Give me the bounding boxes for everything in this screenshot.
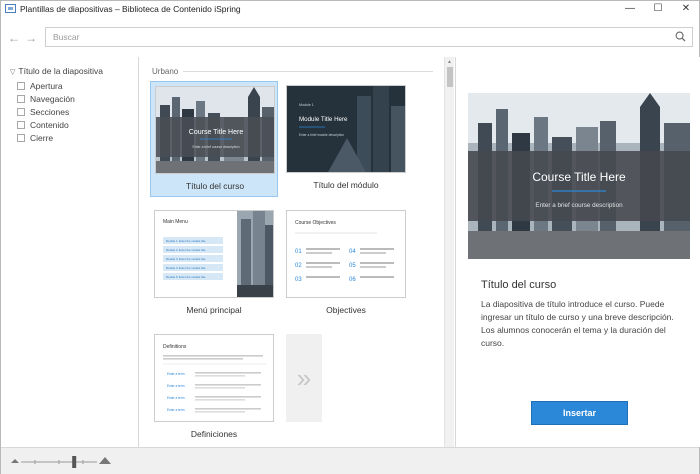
template-label: Menú principal bbox=[186, 305, 242, 315]
thumb-menu-item: Module 1. Enter the module title bbox=[166, 239, 206, 243]
filter-item-secciones[interactable]: Secciones bbox=[17, 107, 69, 119]
filter-label: Navegación bbox=[30, 94, 75, 104]
insert-button[interactable]: Insertar bbox=[531, 401, 628, 425]
search-placeholder: Buscar bbox=[53, 32, 80, 42]
thumb-objective-number: 06 bbox=[349, 277, 356, 283]
preview-slide-desc: Enter a brief course description bbox=[535, 202, 623, 209]
template-objectives[interactable]: Course Objectives 01 02 03 04 05 06 Obje… bbox=[282, 206, 410, 322]
preview-title: Título del curso bbox=[481, 279, 557, 291]
thumb-module-number: Module 1 bbox=[299, 103, 314, 107]
filter-label: Contenido bbox=[30, 120, 69, 130]
thumb-definitions-title: Definitions bbox=[163, 344, 187, 350]
group-divider bbox=[183, 71, 433, 72]
template-label: Definiciones bbox=[190, 429, 238, 439]
filter-item-navegacion[interactable]: Navegación bbox=[17, 94, 75, 106]
filter-group-header[interactable]: ▽ Título de la diapositiva bbox=[10, 66, 103, 76]
filter-label: Cierre bbox=[30, 133, 54, 143]
template-label: Título del módulo bbox=[313, 180, 379, 190]
template-course-title[interactable]: Course Title Here Enter a brief course d… bbox=[150, 81, 278, 197]
search-input[interactable]: Buscar bbox=[45, 27, 693, 47]
filter-item-cierre[interactable]: Cierre bbox=[17, 133, 53, 145]
window-title: Plantillas de diapositivas – Biblioteca … bbox=[20, 4, 241, 14]
template-thumbnail: Definitions Enter a term Enter a term En… bbox=[154, 334, 274, 422]
thumb-definition-term: Enter a term bbox=[167, 396, 185, 400]
thumb-module-title: Module Title Here bbox=[299, 116, 348, 123]
thumb-objective-number: 01 bbox=[295, 249, 302, 255]
minimize-button[interactable]: — bbox=[616, 1, 644, 17]
back-arrow-icon[interactable]: ← bbox=[8, 31, 20, 45]
thumb-menu-item: Module 3. Enter the module title bbox=[166, 257, 206, 261]
checkbox[interactable] bbox=[17, 134, 25, 142]
app-icon bbox=[5, 4, 16, 13]
group-label: Urbano bbox=[152, 67, 179, 76]
thumb-menu-title: Main Menu bbox=[163, 219, 188, 225]
template-definitions[interactable]: Definitions Enter a term Enter a term En… bbox=[150, 330, 278, 446]
search-icon[interactable] bbox=[675, 31, 686, 42]
template-thumbnail: Course Objectives 01 02 03 04 05 06 bbox=[286, 210, 406, 298]
app-window: Plantillas de diapositivas – Biblioteca … bbox=[0, 0, 700, 474]
template-thumbnail: Course Title Here Enter a brief course d… bbox=[155, 86, 275, 174]
zoom-slider-thumb bbox=[72, 456, 77, 468]
checkbox[interactable] bbox=[17, 121, 25, 129]
filter-panel: ▽ Título de la diapositiva Apertura Naveg… bbox=[1, 57, 139, 447]
zoom-out-icon bbox=[11, 459, 19, 463]
definitions-thumbnail-image: Definitions Enter a term Enter a term En… bbox=[155, 335, 273, 421]
filter-label: Secciones bbox=[30, 107, 70, 117]
template-main-menu[interactable]: Main Menu Module 1. Enter the module tit… bbox=[150, 206, 278, 322]
scroll-up-icon[interactable]: ▲ bbox=[447, 59, 452, 65]
filter-label: Apertura bbox=[30, 81, 63, 91]
preview-panel: Course Title Here Enter a brief course d… bbox=[455, 57, 700, 447]
filter-item-apertura[interactable]: Apertura bbox=[17, 81, 63, 93]
checkbox[interactable] bbox=[17, 95, 25, 103]
filter-group-title: Título de la diapositiva bbox=[18, 66, 103, 76]
thumb-course-title: Course Title Here bbox=[189, 129, 244, 136]
double-chevron-right-icon: » bbox=[296, 363, 312, 393]
city-thumbnail-image: Course Title Here Enter a brief course d… bbox=[156, 87, 274, 173]
template-label: Título del curso bbox=[185, 181, 245, 191]
slide-preview: Course Title Here Enter a brief course d… bbox=[468, 93, 690, 259]
thumb-definition-term: Enter a term bbox=[167, 408, 185, 412]
thumb-module-desc: Enter a brief module description bbox=[299, 133, 344, 137]
preview-image: Course Title Here Enter a brief course d… bbox=[468, 93, 690, 259]
close-button[interactable]: ✕ bbox=[672, 1, 700, 17]
template-gallery: Urbano Course Title Here Enter a brief c… bbox=[140, 57, 443, 447]
zoom-in-icon bbox=[99, 457, 111, 464]
collapse-caret-icon[interactable]: ▽ bbox=[10, 68, 15, 76]
template-label: Objectives bbox=[326, 305, 366, 315]
thumb-objectives-title: Course Objectives bbox=[295, 220, 336, 226]
preview-description: La diapositiva de título introduce el cu… bbox=[481, 299, 674, 348]
checkbox[interactable] bbox=[17, 108, 25, 116]
thumb-course-desc: Enter a brief course description bbox=[193, 145, 240, 149]
thumb-menu-item: Module 5. Enter the module title bbox=[166, 275, 206, 279]
gallery-scrollbar[interactable]: ▲ bbox=[444, 57, 454, 447]
street-thumbnail-image: Module 1 Module Title Here Enter a brief… bbox=[287, 86, 405, 172]
menu-thumbnail-image: Main Menu Module 1. Enter the module tit… bbox=[155, 211, 273, 297]
template-module-title[interactable]: Module 1 Module Title Here Enter a brief… bbox=[282, 81, 410, 197]
forward-arrow-icon[interactable]: → bbox=[25, 31, 37, 45]
more-templates-button[interactable]: » bbox=[286, 334, 322, 422]
objectives-thumbnail-image: Course Objectives 01 02 03 04 05 06 bbox=[287, 211, 405, 297]
template-thumbnail: Module 1 Module Title Here Enter a brief… bbox=[286, 85, 406, 173]
filter-item-contenido[interactable]: Contenido bbox=[17, 120, 69, 132]
status-bar bbox=[1, 447, 699, 474]
thumb-menu-item: Module 4. Enter the module title bbox=[166, 266, 206, 270]
thumb-definition-term: Enter a term bbox=[167, 384, 185, 388]
scrollbar-thumb[interactable] bbox=[447, 67, 453, 87]
thumb-objective-number: 05 bbox=[349, 263, 356, 269]
preview-slide-title: Course Title Here bbox=[532, 170, 626, 184]
title-bar: Plantillas de diapositivas – Biblioteca … bbox=[1, 1, 699, 17]
thumb-objective-number: 03 bbox=[295, 277, 302, 283]
thumb-definition-term: Enter a term bbox=[167, 372, 185, 376]
template-thumbnail: Main Menu Module 1. Enter the module tit… bbox=[154, 210, 274, 298]
thumb-objective-number: 04 bbox=[349, 249, 356, 255]
thumb-objective-number: 02 bbox=[295, 263, 302, 269]
checkbox[interactable] bbox=[17, 82, 25, 90]
thumb-menu-item: Module 2. Enter the module title bbox=[166, 248, 206, 252]
zoom-slider[interactable] bbox=[5, 448, 115, 474]
maximize-button[interactable]: ☐ bbox=[644, 1, 672, 17]
